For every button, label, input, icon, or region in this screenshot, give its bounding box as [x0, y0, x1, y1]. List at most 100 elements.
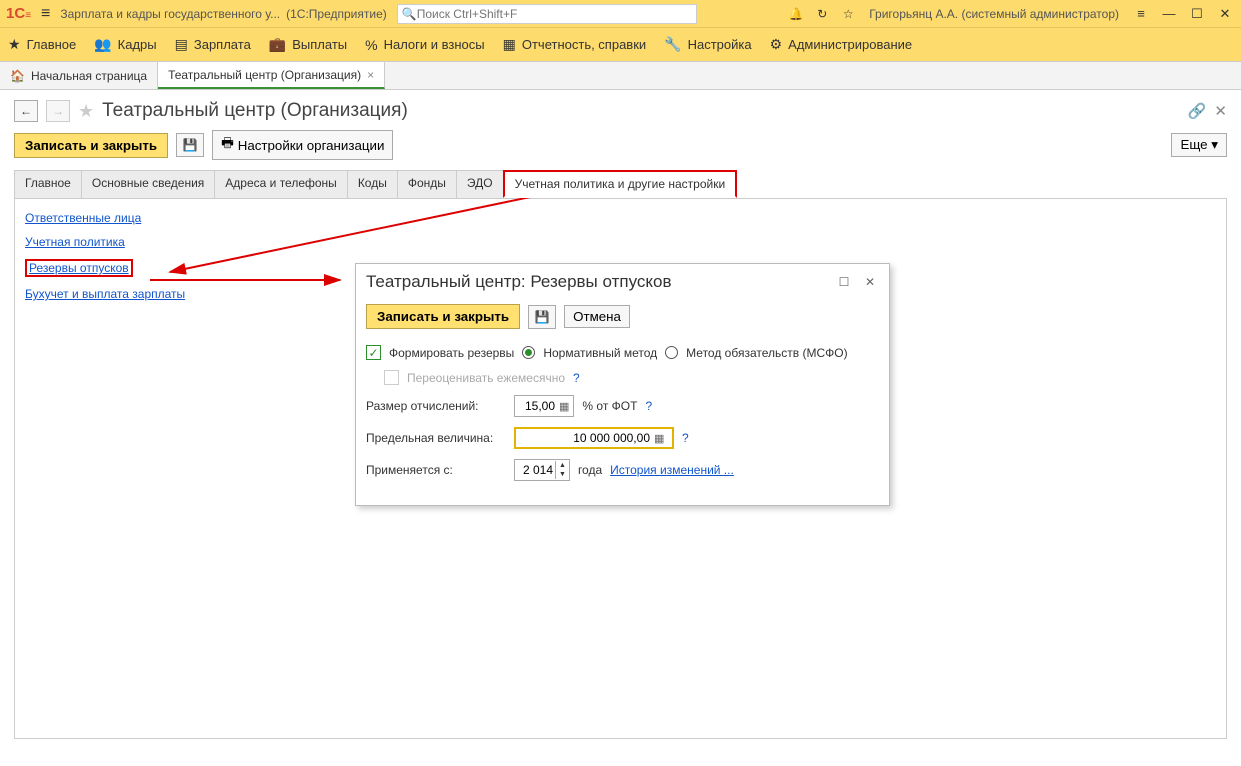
home-icon: 🏠	[10, 69, 25, 83]
radio-normative[interactable]	[522, 346, 535, 359]
save-button[interactable]: 💾	[176, 133, 204, 157]
input-deductions-field[interactable]	[517, 399, 557, 413]
tab-organization[interactable]: Театральный центр (Организация) ×	[158, 62, 385, 89]
button-label: Настройки организации	[238, 138, 385, 153]
tab-close-icon[interactable]: ×	[367, 68, 374, 82]
label-limit: Предельная величина:	[366, 431, 506, 445]
inner-tab-main[interactable]: Главное	[14, 170, 82, 198]
toolbar-salary[interactable]: ▤Зарплата	[175, 36, 251, 53]
input-year-field[interactable]	[515, 463, 555, 477]
toolbar-label: Главное	[27, 37, 77, 52]
spin-down-icon[interactable]: ▼	[556, 470, 569, 479]
radio-msfo[interactable]	[665, 346, 678, 359]
button-label: Еще	[1180, 137, 1207, 152]
toolbar-label: Налоги и взносы	[384, 37, 485, 52]
app-title: Зарплата и кадры государственного у...	[60, 7, 280, 21]
search-box[interactable]: 🔍	[397, 4, 697, 24]
dialog-close-icon[interactable]: ✕	[861, 275, 879, 289]
tabs-row: 🏠 Начальная страница Театральный центр (…	[0, 62, 1241, 90]
platform-label: (1С:Предприятие)	[286, 7, 387, 21]
input-limit-field[interactable]	[518, 431, 652, 445]
label-form-reserves: Формировать резервы	[389, 346, 514, 360]
input-year[interactable]: ▲▼	[514, 459, 570, 481]
star-icon[interactable]: ☆	[839, 7, 857, 21]
history-icon[interactable]: ↻	[813, 7, 831, 21]
nav-back-button[interactable]: ←	[14, 100, 38, 122]
inner-tab-edo[interactable]: ЭДО	[456, 170, 504, 198]
link-history[interactable]: История изменений ...	[610, 463, 734, 477]
favorite-star-icon[interactable]: ★	[78, 101, 94, 122]
input-deductions[interactable]: ▦	[514, 395, 574, 417]
toolbar-admin[interactable]: ⚙Администрирование	[770, 36, 913, 53]
toolbar-label: Отчетность, справки	[522, 37, 646, 52]
label-deduct-suffix: % от ФОТ	[582, 399, 637, 413]
toolbar-label: Кадры	[118, 37, 157, 52]
close-icon[interactable]: ✕	[1215, 6, 1235, 22]
search-icon: 🔍	[402, 7, 417, 21]
inner-tab-general[interactable]: Основные сведения	[81, 170, 215, 198]
minimize-icon[interactable]: —	[1159, 6, 1179, 21]
label-deductions: Размер отчислений:	[366, 399, 506, 413]
link-policy[interactable]: Учетная политика	[25, 235, 1216, 249]
toolbar-payments[interactable]: 💼 Выплаты	[269, 36, 347, 53]
inner-tab-codes[interactable]: Коды	[347, 170, 398, 198]
label-reeval: Переоценивать ежемесячно	[407, 371, 565, 385]
dialog-header: Театральный центр: Резервы отпусков ☐ ✕	[356, 264, 889, 300]
help-limit-icon[interactable]: ?	[682, 431, 689, 445]
print-icon: 🖶	[221, 134, 234, 156]
maximize-icon[interactable]: ☐	[1187, 6, 1207, 22]
dropdown-icon[interactable]: ≡	[1131, 6, 1151, 21]
toolbar-label: Настройка	[688, 37, 752, 52]
wrench-icon: 🔧	[664, 36, 681, 53]
dialog-body: ✓ Формировать резервы Нормативный метод …	[356, 339, 889, 505]
link-responsible[interactable]: Ответственные лица	[25, 211, 1216, 225]
org-settings-button[interactable]: 🖶 Настройки организации	[212, 130, 393, 160]
bell-icon[interactable]: 🔔	[787, 7, 805, 21]
dialog-cancel-button[interactable]: Отмена	[564, 305, 630, 328]
dialog-save-close-button[interactable]: Записать и закрыть	[366, 304, 520, 329]
dialog-maximize-icon[interactable]: ☐	[835, 275, 853, 289]
checkbox-form-reserves[interactable]: ✓	[366, 345, 381, 360]
dialog-title: Театральный центр: Резервы отпусков	[366, 272, 827, 292]
hamburger-icon[interactable]: ≡	[37, 5, 54, 23]
page-header: ← → ★ Театральный центр (Организация) 🔗 …	[14, 100, 1227, 122]
toolbar-main[interactable]: ★ Главное	[8, 36, 76, 53]
star-icon: ★	[8, 36, 21, 53]
toolbar-settings[interactable]: 🔧 Настройка	[664, 36, 751, 53]
logo-1c: 1C≡	[6, 5, 31, 22]
link-reserves[interactable]: Резервы отпусков	[25, 259, 133, 277]
search-input[interactable]	[417, 7, 692, 21]
toolbar-reports[interactable]: ▦ Отчетность, справки	[503, 36, 647, 53]
toolbar-taxes[interactable]: %Налоги и взносы	[365, 37, 485, 53]
report-icon: ▦	[503, 36, 516, 53]
spin-up-icon[interactable]: ▲	[556, 461, 569, 470]
help-deduct-icon[interactable]: ?	[645, 399, 652, 413]
save-close-button[interactable]: Записать и закрыть	[14, 133, 168, 158]
inner-tab-policy[interactable]: Учетная политика и другие настройки	[503, 170, 738, 198]
label-applies: Применяется с:	[366, 463, 506, 477]
dialog-save-button[interactable]: 💾	[528, 305, 556, 329]
help-reeval-icon[interactable]: ?	[573, 371, 580, 385]
briefcase-icon: 💼	[269, 36, 286, 53]
more-button[interactable]: Еще ▾	[1171, 133, 1227, 157]
dialog-actions: Записать и закрыть 💾 Отмена	[356, 300, 889, 339]
calculator-icon[interactable]: ▦	[557, 400, 571, 413]
toolbar-label: Выплаты	[292, 37, 347, 52]
actions-bar: Записать и закрыть 💾 🖶 Настройки организа…	[14, 130, 1227, 160]
user-name[interactable]: Григорьянц А.А. (системный администратор…	[865, 7, 1123, 21]
checkbox-reeval	[384, 370, 399, 385]
close-page-icon[interactable]: ✕	[1214, 102, 1227, 120]
page-title: Театральный центр (Организация)	[102, 100, 408, 122]
toolbar-personnel[interactable]: 👥Кадры	[94, 36, 156, 53]
titlebar: 1C≡ ≡ Зарплата и кадры государственного …	[0, 0, 1241, 28]
label-normative: Нормативный метод	[543, 346, 657, 360]
nav-forward-button[interactable]: →	[46, 100, 70, 122]
tab-label: Театральный центр (Организация)	[168, 68, 361, 82]
label-year-word: года	[578, 463, 602, 477]
calculator-icon[interactable]: ▦	[652, 432, 666, 445]
tab-home[interactable]: 🏠 Начальная страница	[0, 62, 158, 89]
link-icon[interactable]: 🔗	[1188, 102, 1207, 120]
inner-tab-addresses[interactable]: Адреса и телефоны	[214, 170, 348, 198]
inner-tab-funds[interactable]: Фонды	[397, 170, 457, 198]
input-limit[interactable]: ▦	[514, 427, 674, 449]
